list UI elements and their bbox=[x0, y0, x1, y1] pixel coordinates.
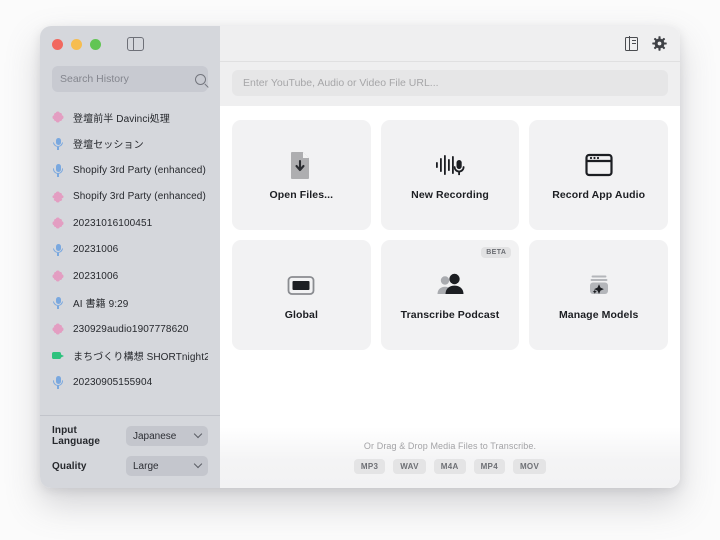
search-icon bbox=[195, 73, 206, 85]
drop-zone-footer: Or Drag & Drop Media Files to Transcribe… bbox=[220, 427, 680, 488]
chevron-down-icon bbox=[193, 429, 203, 439]
action-card-label: Record App Audio bbox=[552, 188, 646, 201]
action-card-label: New Recording bbox=[411, 188, 489, 201]
video-camera-icon bbox=[52, 349, 65, 362]
sparkle-icon bbox=[52, 111, 64, 124]
list-item[interactable]: 20231006 bbox=[40, 237, 220, 264]
history-item-label: 230929audio1907778620 bbox=[73, 323, 189, 335]
history-item-label: Shopify 3rd Party (enhanced) bbox=[73, 164, 206, 176]
action-card[interactable]: Global bbox=[232, 240, 371, 350]
action-card[interactable]: Manage Models bbox=[529, 240, 669, 350]
input-language-value: Japanese bbox=[133, 430, 177, 442]
history-item-label: 20231006 bbox=[73, 244, 119, 256]
format-pill: WAV bbox=[393, 459, 426, 474]
sparkle-icon bbox=[52, 323, 64, 336]
microphone-icon bbox=[52, 164, 64, 177]
window-titlebar bbox=[40, 26, 220, 62]
list-item[interactable]: 20231016100451 bbox=[40, 210, 220, 237]
quality-row: Quality Large bbox=[52, 456, 208, 476]
list-item[interactable]: 登壇セッション bbox=[40, 131, 220, 158]
action-card-label: Global bbox=[284, 308, 318, 321]
display-screen-icon bbox=[286, 270, 316, 300]
list-item[interactable]: 登壇前半 Davinci処理 bbox=[40, 104, 220, 131]
microphone-icon bbox=[52, 243, 64, 257]
quality-select[interactable]: Large bbox=[126, 456, 208, 476]
main-header bbox=[220, 26, 680, 62]
microphone-icon bbox=[52, 296, 64, 310]
search-input[interactable] bbox=[60, 73, 195, 85]
input-language-select[interactable]: Japanese bbox=[126, 426, 208, 446]
history-item-label: 20231016100451 bbox=[73, 217, 153, 229]
list-item[interactable]: 20231006 bbox=[40, 263, 220, 290]
model-stack-sparkle-icon bbox=[584, 270, 614, 300]
action-card-label: Open Files... bbox=[269, 188, 334, 201]
url-input[interactable] bbox=[232, 70, 668, 96]
format-pill: MP3 bbox=[353, 459, 386, 474]
quality-label: Quality bbox=[52, 460, 87, 472]
action-card-label: Manage Models bbox=[558, 308, 639, 321]
input-language-row: Input Language Japanese bbox=[52, 425, 208, 447]
history-item-label: AI 書籍 9:29 bbox=[73, 299, 129, 311]
list-item[interactable]: まちづくり構想 SHORTnight2023... bbox=[40, 343, 220, 370]
zoom-button[interactable] bbox=[90, 38, 101, 50]
url-bar-area bbox=[220, 62, 680, 106]
sparkle-icon bbox=[52, 190, 64, 203]
card-row: Global BETA Transcribe Podcast Manage Model… bbox=[232, 240, 669, 350]
history-list[interactable]: 登壇前半 Davinci処理 登壇セッション Shopify 3rd Party (… bbox=[40, 102, 220, 415]
quality-value: Large bbox=[133, 460, 159, 472]
beta-badge: BETA bbox=[481, 247, 512, 258]
list-item[interactable]: 230929audio1907778620 bbox=[40, 316, 220, 343]
search-history-box[interactable] bbox=[52, 66, 208, 92]
history-item-label: 20230905155904 bbox=[73, 376, 153, 388]
list-item[interactable]: Shopify 3rd Party (enhanced) bbox=[40, 184, 220, 211]
app-window: 登壇前半 Davinci処理登壇セッション Shopify 3rd Party (… bbox=[40, 26, 680, 488]
app-window-icon bbox=[584, 150, 614, 180]
format-pill: M4A bbox=[433, 459, 466, 474]
sidebar-toggle-icon[interactable] bbox=[127, 37, 144, 51]
list-item[interactable]: Shopify 3rd Party (enhanced) bbox=[40, 157, 220, 184]
waveform-microphone-icon bbox=[435, 150, 465, 180]
supported-formats-list: MP3 WAV M4A MP4 MOV bbox=[353, 459, 547, 474]
chevron-down-icon bbox=[193, 459, 203, 469]
action-cards-grid: Open Files... New Recording Record App Aud… bbox=[220, 106, 680, 427]
history-item-label: 登壇前半 Davinci処理 bbox=[73, 113, 170, 125]
history-item-label: まちづくり構想 SHORTnight2023... bbox=[73, 352, 208, 364]
two-people-icon bbox=[435, 270, 465, 300]
history-item-label: 20231006 bbox=[73, 270, 119, 282]
input-language-label: Input Language bbox=[52, 425, 101, 447]
format-pill: MP4 bbox=[473, 459, 505, 474]
sidebar: 登壇前半 Davinci処理登壇セッション Shopify 3rd Party (… bbox=[40, 26, 220, 488]
book-icon[interactable] bbox=[625, 36, 638, 51]
close-button[interactable] bbox=[52, 38, 63, 50]
action-card-label: Transcribe Podcast bbox=[400, 308, 500, 321]
gear-icon[interactable] bbox=[652, 36, 667, 51]
document-download-icon bbox=[286, 150, 316, 180]
main-panel: Open Files... New Recording Record App Aud… bbox=[220, 26, 680, 488]
action-card[interactable]: BETA Transcribe Podcast bbox=[380, 240, 520, 350]
action-card[interactable]: Record App Audio bbox=[529, 120, 669, 230]
format-pill: MOV bbox=[512, 459, 547, 474]
history-item-label: Shopify 3rd Party (enhanced) bbox=[73, 191, 206, 203]
list-item[interactable]: AI 書籍 9:29 bbox=[40, 290, 220, 317]
microphone-icon bbox=[52, 137, 64, 151]
search-history-container bbox=[40, 62, 220, 102]
sidebar-footer: Input Language Japanese Quality Large bbox=[40, 415, 220, 488]
sparkle-icon bbox=[52, 217, 64, 230]
history-item-label: 登壇セッション bbox=[73, 140, 144, 152]
minimize-button[interactable] bbox=[71, 38, 82, 50]
microphone-icon bbox=[52, 376, 64, 389]
list-item[interactable]: 20230905155904 bbox=[40, 369, 220, 396]
drop-hint-text: Or Drag & Drop Media Files to Transcribe… bbox=[363, 441, 537, 451]
card-row: Open Files... New Recording Record App Aud… bbox=[232, 120, 669, 230]
action-card[interactable]: Open Files... bbox=[232, 120, 371, 230]
action-card[interactable]: New Recording bbox=[380, 120, 520, 230]
sparkle-icon bbox=[52, 270, 64, 283]
